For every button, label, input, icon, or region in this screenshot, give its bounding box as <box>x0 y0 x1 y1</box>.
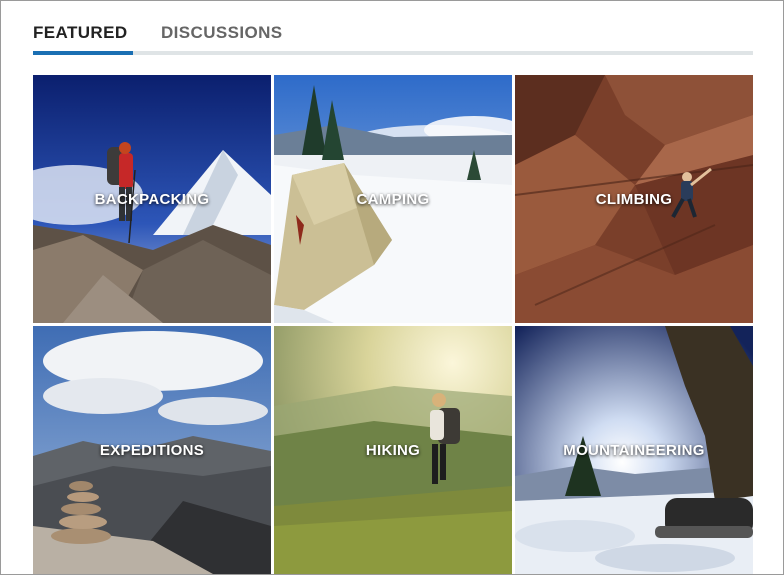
tile-label-backpacking: BACKPACKING <box>94 191 210 208</box>
tab-bar: FEATURED DISCUSSIONS <box>33 19 753 57</box>
tile-climbing[interactable]: CLIMBING <box>515 75 753 323</box>
tile-label-mountaineering: MOUNTAINEERING <box>563 442 705 459</box>
tile-camping[interactable]: CAMPING <box>274 75 512 323</box>
featured-grid: BACKPACKING CAMPING CLIMBING EXPEDITIONS… <box>33 75 753 575</box>
tile-label-expeditions: EXPEDITIONS <box>99 442 205 459</box>
tab-featured[interactable]: FEATURED <box>33 23 128 43</box>
tile-label-climbing: CLIMBING <box>595 191 673 208</box>
tile-expeditions[interactable]: EXPEDITIONS <box>33 326 271 574</box>
tile-mountaineering[interactable]: MOUNTAINEERING <box>515 326 753 574</box>
tab-discussions[interactable]: DISCUSSIONS <box>161 23 283 43</box>
tab-underline-track <box>33 51 753 55</box>
tile-label-hiking: HIKING <box>365 442 421 459</box>
content-frame: FEATURED DISCUSSIONS BACKPACKING CAMPING… <box>0 0 784 575</box>
tile-hiking[interactable]: HIKING <box>274 326 512 574</box>
tab-active-indicator <box>33 51 133 55</box>
tile-backpacking[interactable]: BACKPACKING <box>33 75 271 323</box>
tile-label-camping: CAMPING <box>356 191 430 208</box>
